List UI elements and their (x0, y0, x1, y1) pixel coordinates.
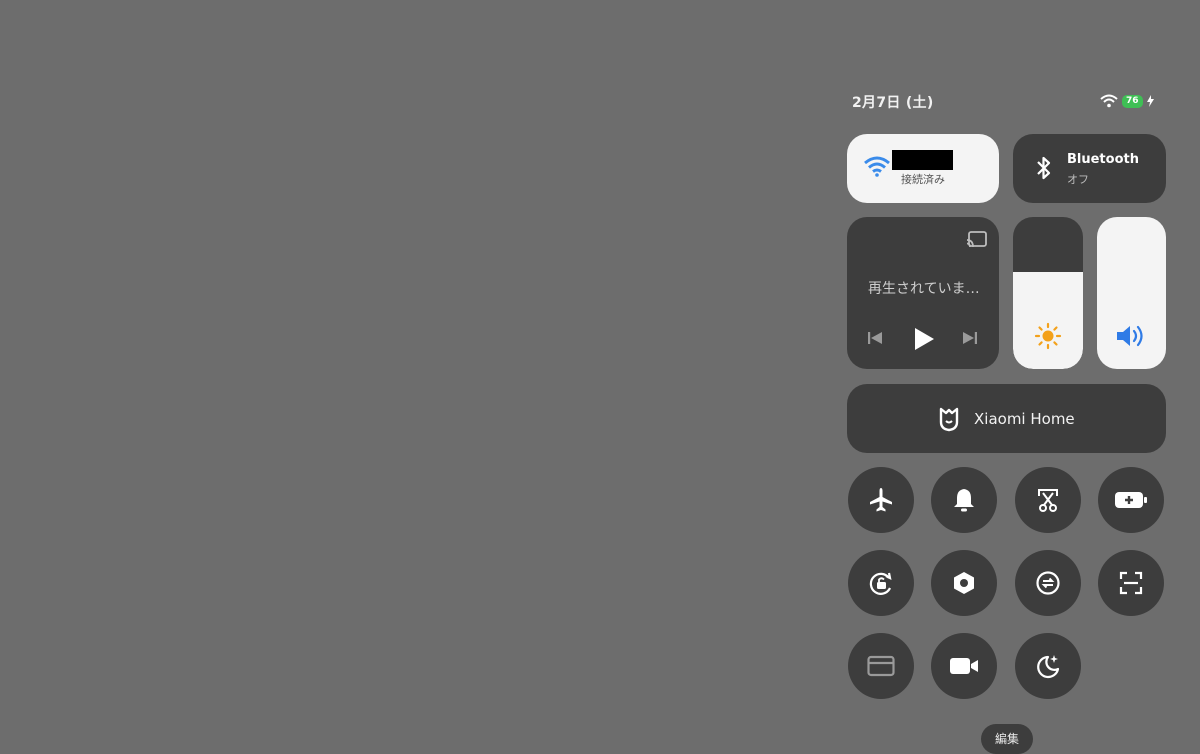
bell-icon (954, 489, 974, 512)
media-title: 再生されていま… (868, 281, 980, 297)
rotation-lock-icon (869, 572, 892, 595)
speaker-icon (1117, 325, 1143, 347)
wifi-tile[interactable]: 接続済み (847, 134, 999, 203)
battery-saver-button[interactable] (1098, 467, 1164, 533)
screenshot-icon (1038, 489, 1058, 512)
wallet-card-button[interactable] (848, 633, 914, 699)
sun-icon (1034, 322, 1062, 350)
media-tile[interactable]: 再生されていま… (847, 217, 999, 369)
screenshot-button[interactable] (1015, 467, 1081, 533)
wifi-icon (864, 156, 890, 177)
settings-toggle-button[interactable] (931, 550, 997, 616)
video-camera-icon (950, 658, 978, 674)
xiaomi-home-tile[interactable]: Xiaomi Home (847, 384, 1166, 453)
scan-icon (1119, 571, 1143, 595)
mi-home-icon (939, 407, 959, 432)
volume-slider[interactable] (1097, 217, 1166, 369)
next-icon[interactable] (962, 330, 978, 346)
battery-icon: 76 (1122, 94, 1143, 108)
play-icon[interactable] (913, 327, 935, 351)
wifi-icon (1100, 94, 1118, 108)
charging-icon (1146, 95, 1154, 107)
sync-button[interactable] (1015, 550, 1081, 616)
bluetooth-icon (1037, 156, 1051, 180)
notification-button[interactable] (931, 467, 997, 533)
dark-mode-button[interactable] (1015, 633, 1081, 699)
battery-saver-icon (1115, 492, 1147, 508)
status-icons: 76 (1100, 92, 1162, 110)
wifi-name-redacted (892, 150, 953, 170)
night-mode-icon (1037, 655, 1060, 679)
bluetooth-title: Bluetooth (1067, 152, 1139, 167)
rotation-lock-button[interactable] (848, 550, 914, 616)
sync-icon (1036, 571, 1060, 595)
card-icon (867, 655, 895, 677)
bluetooth-text: Bluetooth オフ (1067, 152, 1139, 187)
brightness-slider[interactable] (1013, 217, 1083, 369)
cast-icon[interactable] (966, 231, 988, 249)
status-date: 2月7日 (土) (852, 95, 934, 111)
airplane-mode-button[interactable] (848, 467, 914, 533)
wifi-status: 接続済み (901, 173, 945, 186)
bluetooth-tile[interactable]: Bluetooth オフ (1013, 134, 1166, 203)
bluetooth-status: オフ (1067, 173, 1089, 186)
airplane-icon (870, 488, 892, 512)
previous-icon[interactable] (867, 330, 883, 346)
screen-recorder-button[interactable] (931, 633, 997, 699)
xiaomi-home-label: Xiaomi Home (974, 410, 1075, 428)
scanner-button[interactable] (1098, 550, 1164, 616)
settings-hex-icon (954, 572, 974, 594)
brightness-fill (1013, 272, 1083, 369)
